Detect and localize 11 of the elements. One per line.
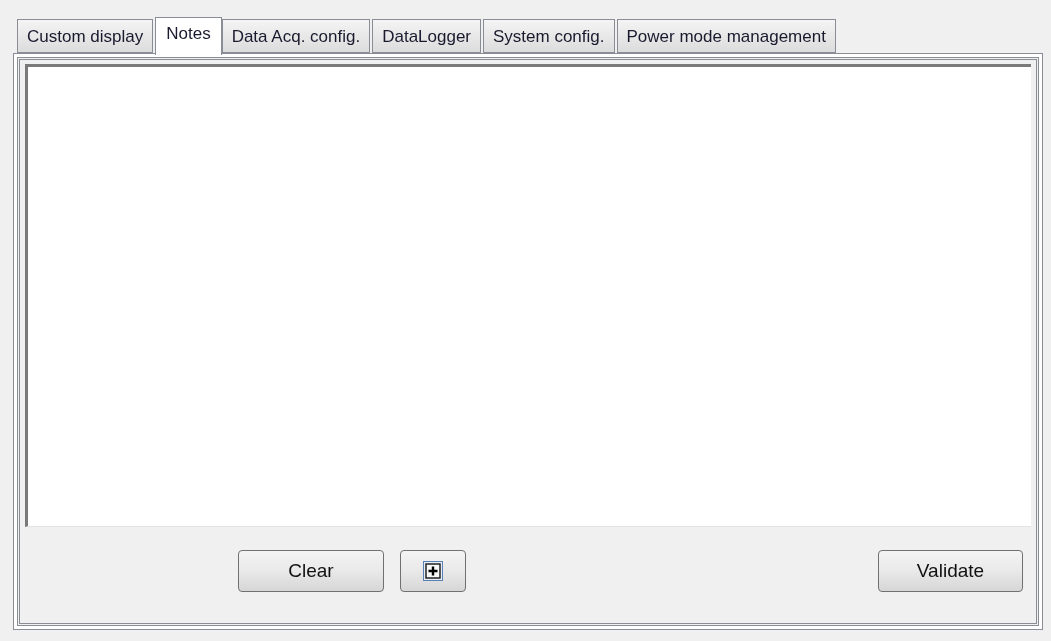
tab[interactable]: Custom display [17, 19, 154, 53]
validate-button[interactable]: Validate [878, 550, 1023, 592]
tab[interactable]: Notes [155, 17, 222, 55]
notes-field[interactable] [25, 64, 1031, 527]
tab[interactable]: DataLogger [372, 19, 481, 53]
tab[interactable]: Data Acq. config. [221, 19, 371, 53]
clear-button[interactable]: Clear [238, 550, 384, 592]
add-button[interactable] [400, 550, 466, 592]
plus-square-icon [423, 561, 443, 581]
tab[interactable]: Power mode management [616, 19, 836, 53]
tab[interactable]: System config. [483, 19, 615, 53]
